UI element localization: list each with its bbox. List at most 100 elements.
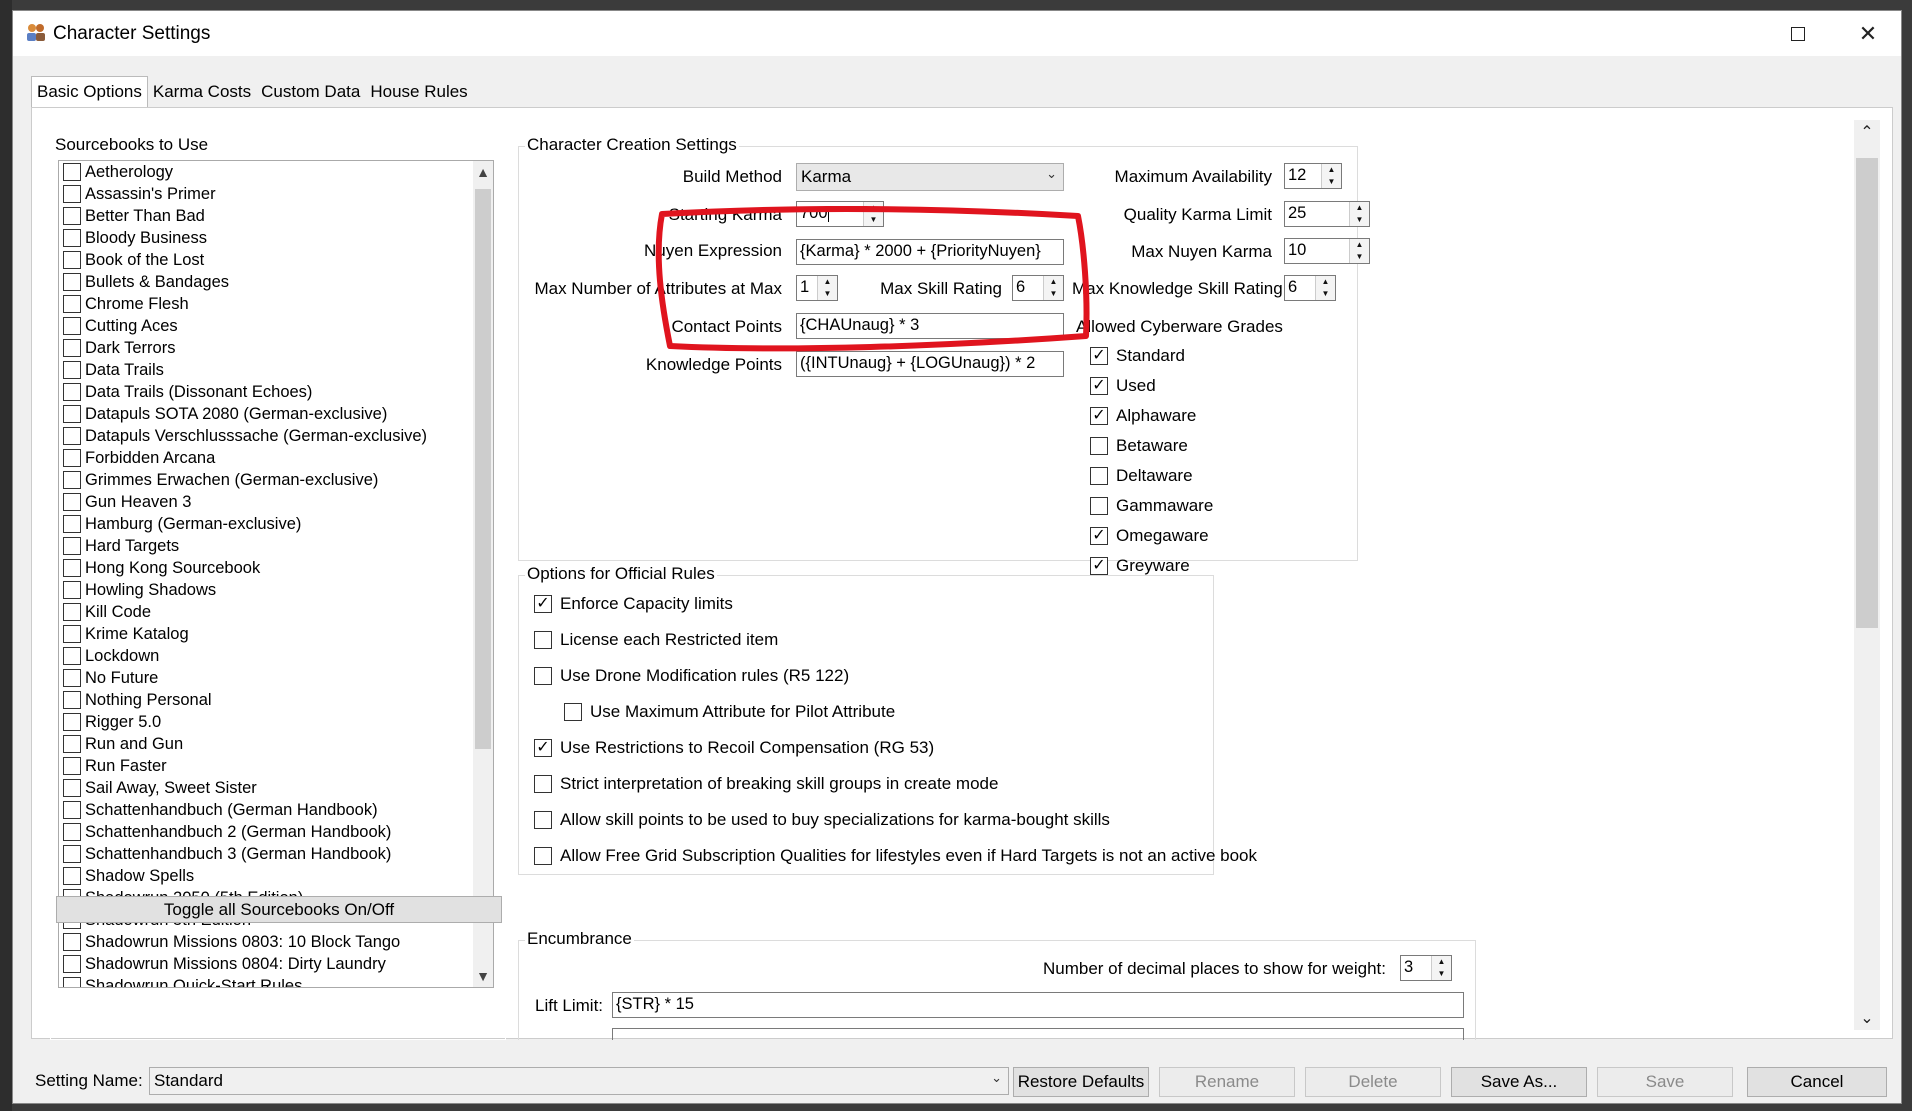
checkbox[interactable] bbox=[63, 207, 81, 225]
list-item[interactable]: Schattenhandbuch (German Handbook) bbox=[59, 799, 493, 821]
list-item[interactable]: Schattenhandbuch 3 (German Handbook) bbox=[59, 843, 493, 865]
checkbox[interactable]: ✓ bbox=[534, 739, 552, 757]
list-item[interactable]: Data Trails (Dissonant Echoes) bbox=[59, 381, 493, 403]
quality-karma-input[interactable]: 25 ▲ ▼ bbox=[1284, 201, 1370, 227]
checkbox[interactable] bbox=[534, 775, 552, 793]
cyberware-grade-option[interactable]: Betaware bbox=[1090, 436, 1188, 456]
official-rule-option[interactable]: Strict interpretation of breaking skill … bbox=[534, 774, 998, 794]
checkbox[interactable] bbox=[63, 163, 81, 181]
checkbox[interactable] bbox=[63, 185, 81, 203]
list-item[interactable]: No Future bbox=[59, 667, 493, 689]
build-method-select[interactable]: Karma ⌄ bbox=[796, 163, 1064, 191]
list-item[interactable]: Grimmes Erwachen (German-exclusive) bbox=[59, 469, 493, 491]
checkbox[interactable] bbox=[63, 427, 81, 445]
list-item[interactable]: Run and Gun bbox=[59, 733, 493, 755]
checkbox[interactable] bbox=[63, 933, 81, 951]
checkbox[interactable] bbox=[63, 669, 81, 687]
scroll-thumb[interactable] bbox=[475, 189, 491, 749]
decimal-places-input[interactable]: 3 ▲ ▼ bbox=[1400, 955, 1452, 981]
checkbox[interactable] bbox=[63, 273, 81, 291]
checkbox[interactable] bbox=[534, 847, 552, 865]
nuyen-expression-field[interactable]: {Karma} * 2000 + {PriorityNuyen} bbox=[796, 239, 1064, 265]
list-item[interactable]: Book of the Lost bbox=[59, 249, 493, 271]
checkbox[interactable] bbox=[534, 667, 552, 685]
main-scrollbar[interactable]: ⌃ ⌄ bbox=[1854, 120, 1880, 1030]
list-item[interactable]: Lockdown bbox=[59, 645, 493, 667]
list-item[interactable]: Rigger 5.0 bbox=[59, 711, 493, 733]
toggle-sourcebooks-button[interactable]: Toggle all Sourcebooks On/Off bbox=[56, 896, 502, 923]
spinner-buttons[interactable]: ▲ ▼ bbox=[1315, 276, 1335, 300]
checkbox[interactable] bbox=[63, 295, 81, 313]
checkbox[interactable] bbox=[1090, 497, 1108, 515]
spinner-buttons[interactable]: ▲ ▼ bbox=[1349, 239, 1369, 263]
checkbox[interactable] bbox=[63, 779, 81, 797]
list-item[interactable]: Hamburg (German-exclusive) bbox=[59, 513, 493, 535]
sourcebooks-list[interactable]: Aetherology Assassin's Primer Better Than … bbox=[58, 160, 494, 988]
checkbox[interactable] bbox=[63, 647, 81, 665]
checkbox[interactable] bbox=[63, 405, 81, 423]
official-rule-option[interactable]: Allow Free Grid Subscription Qualities f… bbox=[534, 846, 1257, 866]
scroll-down-icon[interactable]: ⌄ bbox=[1854, 1006, 1880, 1030]
checkbox[interactable] bbox=[63, 493, 81, 511]
list-item[interactable]: Shadow Spells bbox=[59, 865, 493, 887]
delete-button[interactable]: Delete bbox=[1305, 1067, 1441, 1097]
cyberware-grade-option[interactable]: Gammaware bbox=[1090, 496, 1213, 516]
rename-button[interactable]: Rename bbox=[1159, 1067, 1295, 1097]
list-item[interactable]: Datapuls SOTA 2080 (German-exclusive) bbox=[59, 403, 493, 425]
cyberware-grade-option[interactable]: ✓ Alphaware bbox=[1090, 406, 1196, 426]
list-item[interactable]: Sail Away, Sweet Sister bbox=[59, 777, 493, 799]
contact-points-field[interactable]: {CHAUnaug} * 3 bbox=[796, 313, 1064, 339]
checkbox[interactable]: ✓ bbox=[1090, 347, 1108, 365]
max-nuyen-karma-input[interactable]: 10 ▲ ▼ bbox=[1284, 238, 1370, 264]
tab-custom-data[interactable]: Custom Data bbox=[256, 78, 365, 108]
checkbox[interactable] bbox=[534, 631, 552, 649]
checkbox[interactable] bbox=[63, 251, 81, 269]
checkbox[interactable] bbox=[63, 691, 81, 709]
cyberware-grade-option[interactable]: ✓ Used bbox=[1090, 376, 1156, 396]
spinner-buttons[interactable]: ▲ ▼ bbox=[1321, 164, 1341, 188]
max-attributes-input[interactable]: 1 ▲ ▼ bbox=[796, 275, 838, 301]
lift-limit-field[interactable]: {STR} * 15 bbox=[612, 992, 1464, 1018]
list-item[interactable]: Chrome Flesh bbox=[59, 293, 493, 315]
spinner-buttons[interactable]: ▲ ▼ bbox=[863, 202, 883, 226]
list-item[interactable]: Dark Terrors bbox=[59, 337, 493, 359]
list-item[interactable]: Nothing Personal bbox=[59, 689, 493, 711]
save-button[interactable]: Save bbox=[1597, 1067, 1733, 1097]
list-item[interactable]: Data Trails bbox=[59, 359, 493, 381]
list-item[interactable]: Hard Targets bbox=[59, 535, 493, 557]
official-rule-option[interactable]: ✓ Enforce Capacity limits bbox=[534, 594, 733, 614]
official-rule-option[interactable]: ✓ Use Restrictions to Recoil Compensation… bbox=[534, 738, 934, 758]
max-knowledge-input[interactable]: 6 ▲ ▼ bbox=[1284, 275, 1336, 301]
checkbox[interactable]: ✓ bbox=[534, 595, 552, 613]
cyberware-grade-option[interactable]: ✓ Greyware bbox=[1090, 556, 1190, 576]
checkbox[interactable] bbox=[63, 449, 81, 467]
list-item[interactable]: Gun Heaven 3 bbox=[59, 491, 493, 513]
max-skill-input[interactable]: 6 ▲ ▼ bbox=[1012, 275, 1064, 301]
close-button[interactable]: ✕ bbox=[1833, 11, 1903, 56]
checkbox[interactable]: ✓ bbox=[1090, 527, 1108, 545]
list-item[interactable]: Better Than Bad bbox=[59, 205, 493, 227]
checkbox[interactable] bbox=[63, 339, 81, 357]
cancel-button[interactable]: Cancel bbox=[1747, 1067, 1887, 1097]
spinner-buttons[interactable]: ▲ ▼ bbox=[1043, 276, 1063, 300]
spinner-buttons[interactable]: ▲ ▼ bbox=[1349, 202, 1369, 226]
checkbox[interactable] bbox=[63, 603, 81, 621]
cyberware-grade-option[interactable]: ✓ Standard bbox=[1090, 346, 1185, 366]
list-item[interactable]: Howling Shadows bbox=[59, 579, 493, 601]
checkbox[interactable] bbox=[63, 537, 81, 555]
checkbox[interactable] bbox=[63, 383, 81, 401]
list-item[interactable]: Shadowrun Quick-Start Rules bbox=[59, 975, 493, 987]
list-item[interactable]: Forbidden Arcana bbox=[59, 447, 493, 469]
list-item[interactable]: Shadowrun Missions 0804: Dirty Laundry bbox=[59, 953, 493, 975]
scroll-up-icon[interactable]: ⌃ bbox=[1854, 120, 1880, 144]
checkbox[interactable] bbox=[63, 757, 81, 775]
list-item[interactable]: Run Faster bbox=[59, 755, 493, 777]
checkbox[interactable] bbox=[534, 811, 552, 829]
checkbox[interactable] bbox=[1090, 437, 1108, 455]
checkbox[interactable] bbox=[63, 515, 81, 533]
scroll-thumb[interactable] bbox=[1856, 158, 1878, 628]
checkbox[interactable] bbox=[63, 559, 81, 577]
spinner-buttons[interactable]: ▲ ▼ bbox=[817, 276, 837, 300]
scroll-down-icon[interactable]: ▼ bbox=[473, 965, 493, 987]
spinner-buttons[interactable]: ▲ ▼ bbox=[1431, 956, 1451, 980]
